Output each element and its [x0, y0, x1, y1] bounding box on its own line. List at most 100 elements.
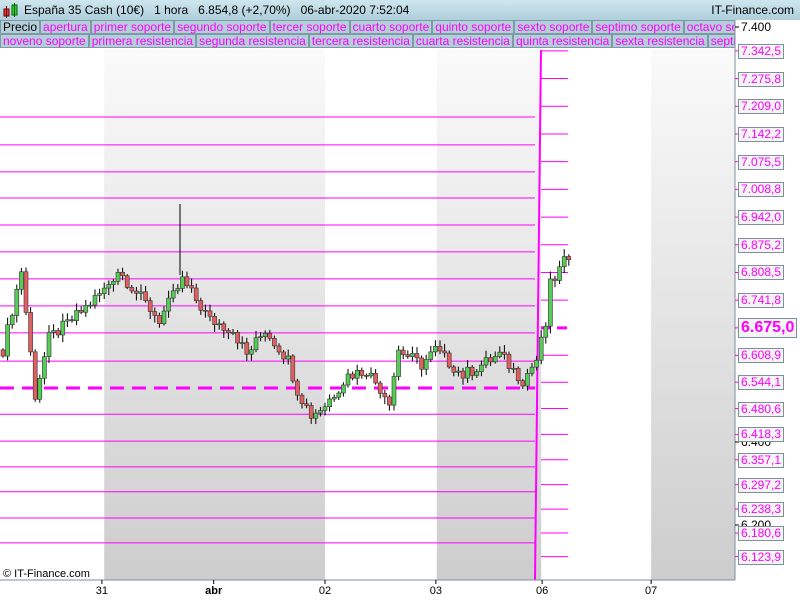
- candle-body: [515, 367, 521, 382]
- candle-body: [157, 315, 162, 325]
- candle-body: [405, 354, 411, 357]
- candle-body: [446, 352, 452, 368]
- candle-body: [525, 373, 530, 387]
- candle-body: [221, 323, 227, 331]
- candle-body: [170, 290, 176, 299]
- candle-body: [322, 406, 328, 411]
- level-price-label: 7.342,5: [738, 43, 785, 59]
- level-price-label: 7.008,8: [738, 182, 785, 198]
- candle-body: [92, 295, 98, 306]
- level-price-label: 6.741,8: [738, 293, 785, 309]
- candle-body: [19, 271, 24, 290]
- candle-body: [46, 332, 52, 358]
- candle-body: [506, 354, 512, 369]
- level-price-label: 7.275,8: [738, 71, 785, 87]
- candle-body: [364, 375, 369, 377]
- candle-body: [529, 366, 535, 374]
- candle-body: [377, 382, 383, 394]
- candle-body: [115, 272, 121, 282]
- candle-body: [74, 310, 79, 322]
- candle-body: [120, 272, 125, 277]
- candle-body: [97, 293, 102, 296]
- candle-body: [184, 276, 190, 286]
- level-price-label: 6.180,6: [738, 526, 785, 542]
- level-price-label: 7.209,0: [738, 99, 785, 115]
- candle-body: [437, 346, 443, 352]
- candle-body: [42, 356, 47, 379]
- level-price-label: 6.675,0: [738, 317, 798, 338]
- candle-body: [180, 276, 185, 289]
- candle-body: [9, 315, 15, 325]
- candle-body: [318, 410, 323, 414]
- candle-body: [230, 332, 236, 334]
- candle-body: [65, 319, 70, 322]
- candle-body: [474, 371, 480, 376]
- candle-body: [502, 351, 507, 355]
- x-tick-label: 03: [429, 585, 442, 597]
- candle-body: [166, 297, 171, 312]
- candle-body: [511, 367, 516, 370]
- candle-body: [497, 351, 503, 357]
- candle-body: [143, 291, 148, 301]
- level-price-label: 6.297,2: [738, 477, 785, 493]
- candle-body: [203, 309, 208, 312]
- x-tick-label: 31: [95, 585, 109, 597]
- candle-body: [469, 366, 475, 376]
- candle-body: [465, 366, 470, 379]
- candle-body: [267, 333, 273, 339]
- candle-body: [152, 311, 158, 316]
- candle-body: [124, 275, 130, 288]
- candle-body: [479, 364, 484, 373]
- x-tick-label: 02: [318, 585, 332, 597]
- x-tick-label: 06: [535, 585, 549, 597]
- level-price-label: 7.142,2: [738, 126, 785, 142]
- level-price-label: 6.123,9: [738, 549, 785, 565]
- candle-body: [451, 366, 457, 373]
- x-tick-label: abr: [205, 585, 223, 597]
- candle-body: [548, 278, 553, 327]
- candle-body: [60, 320, 66, 336]
- candle-body: [138, 291, 144, 294]
- candle-body: [129, 287, 135, 292]
- candle-body: [295, 380, 300, 396]
- candle-body: [216, 323, 222, 326]
- candle-body: [239, 342, 245, 344]
- candle-body: [23, 271, 29, 313]
- candle-body: [483, 357, 489, 366]
- candle-body: [534, 359, 539, 368]
- candle-body: [359, 369, 365, 376]
- candle-body: [299, 394, 305, 404]
- candle-body: [235, 332, 240, 344]
- session-band: [436, 49, 542, 580]
- candle-body: [207, 310, 213, 317]
- candle-body: [382, 392, 388, 398]
- candle-body: [557, 266, 562, 281]
- candle-body: [276, 345, 282, 353]
- candle-body: [28, 312, 33, 353]
- copyright: © IT-Finance.com: [3, 568, 90, 580]
- candle-body: [543, 325, 549, 338]
- price-chart[interactable]: [0, 0, 800, 600]
- candle-body: [373, 372, 378, 384]
- candle-body: [460, 370, 466, 379]
- candle-body: [111, 281, 116, 285]
- level-price-label: 6.875,2: [738, 237, 785, 253]
- candle-body: [212, 316, 217, 325]
- candle-body: [488, 357, 493, 363]
- candle-body: [189, 285, 194, 289]
- level-price-label: 6.808,5: [738, 265, 785, 281]
- candle-body: [354, 369, 360, 379]
- candle-body: [32, 351, 38, 400]
- candle-body: [561, 256, 567, 268]
- level-price-label: 6.238,3: [738, 502, 785, 518]
- candle-body: [290, 355, 296, 382]
- candle-body: [414, 353, 420, 359]
- level-price-label: 6.418,3: [738, 427, 785, 443]
- session-band: [651, 49, 735, 580]
- candle-body: [387, 396, 392, 406]
- candle-body: [327, 398, 332, 408]
- candle-body: [433, 346, 438, 353]
- candle-body: [313, 412, 319, 419]
- candle-body: [552, 278, 558, 281]
- candle-body: [69, 319, 75, 322]
